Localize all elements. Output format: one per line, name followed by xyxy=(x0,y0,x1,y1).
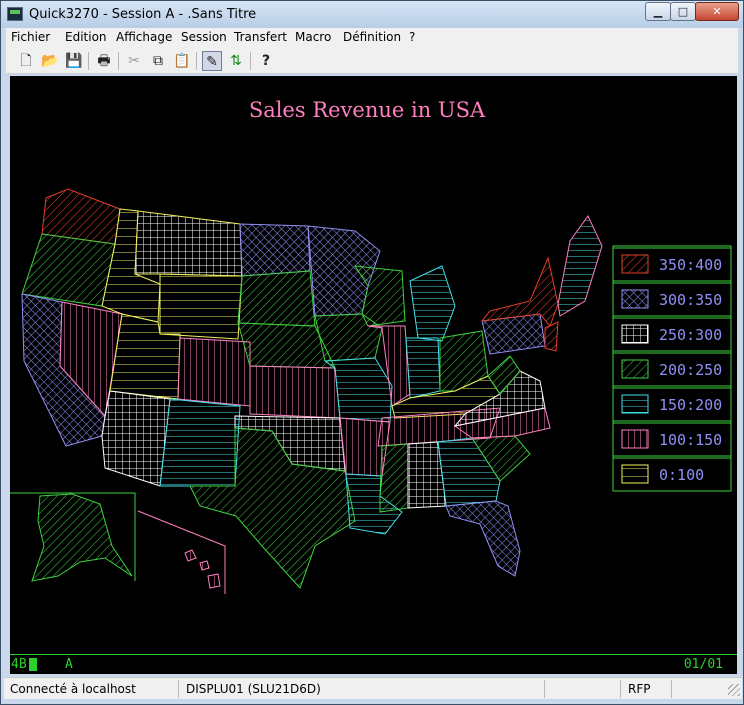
print-icon: 🖶 xyxy=(97,53,111,69)
menu-fichier[interactable]: Fichier xyxy=(11,30,50,44)
status-mode: RFP xyxy=(622,680,672,698)
menu-session[interactable]: Session xyxy=(181,30,227,44)
legend-swatch xyxy=(621,394,649,414)
oia-status: 4B xyxy=(11,657,27,672)
cut-button[interactable]: ✂ xyxy=(124,51,144,71)
state-michigan xyxy=(409,265,456,342)
window-title: Quick3270 - Session A - .Sans Titre xyxy=(29,7,257,22)
new-document-icon: 🗋 xyxy=(20,53,32,69)
new-document-button[interactable]: 🗋 xyxy=(16,51,36,71)
open-button[interactable]: 📂 xyxy=(40,51,60,71)
oia-session: A xyxy=(65,657,73,672)
legend-swatch xyxy=(621,324,649,344)
state-arizona xyxy=(101,390,171,487)
state-new-jersey xyxy=(544,321,559,352)
menu-definition[interactable]: Définition xyxy=(343,30,401,44)
close-icon: ✕ xyxy=(712,5,722,18)
menu-edition[interactable]: Edition xyxy=(65,30,107,44)
legend-label: 0:100 xyxy=(659,466,704,484)
menu-bar: Fichier Edition Affichage Session Transf… xyxy=(6,28,738,48)
oia-page: 01/01 xyxy=(683,657,723,672)
status-connection: Connecté à localhost xyxy=(4,680,179,698)
menu-help[interactable]: ? xyxy=(409,30,415,44)
copy-button[interactable]: ⧉ xyxy=(148,51,168,71)
chart-title: Sales Revenue in USA xyxy=(249,98,486,122)
legend-label: 250:300 xyxy=(659,326,722,344)
state-alaska xyxy=(31,493,133,582)
state-new-mexico xyxy=(159,398,241,487)
transfer-button[interactable]: ⇅ xyxy=(226,51,246,71)
legend-swatch xyxy=(621,464,649,484)
menu-macro[interactable]: Macro xyxy=(295,30,331,44)
terminal-app-icon xyxy=(7,7,23,21)
hawaii-inset xyxy=(137,510,226,594)
toolbar-separator xyxy=(250,52,251,70)
maximize-button[interactable]: □ xyxy=(670,2,696,21)
state-wyoming xyxy=(159,273,243,340)
minimize-icon: ▁ xyxy=(653,5,663,18)
legend-label: 100:150 xyxy=(659,431,722,449)
title-bar[interactable]: Quick3270 - Session A - .Sans Titre ▁ □ … xyxy=(1,1,743,28)
minimize-button[interactable]: ▁ xyxy=(645,2,671,21)
toolbar-separator xyxy=(196,52,197,70)
close-button[interactable]: ✕ xyxy=(695,2,739,21)
toolbar-separator xyxy=(118,52,119,70)
legend-swatch xyxy=(621,359,649,379)
usa-sales-map: Sales Revenue in USA 350:400300:350250:3… xyxy=(10,98,732,594)
legend: 350:400 300:350 250:300 200:250 150:200 100:1… xyxy=(612,245,732,492)
operator-info-area: 4B A 01/01 xyxy=(10,654,737,674)
paste-icon: 📋 xyxy=(173,53,191,69)
status-bar: Connecté à localhost DISPLU01 (SLU21D6D)… xyxy=(4,677,742,699)
help-icon: ? xyxy=(261,53,271,69)
state-oregon xyxy=(21,233,116,307)
status-device: DISPLU01 (SLU21D6D) xyxy=(180,680,545,698)
legend-label: 150:200 xyxy=(659,396,722,414)
state-colorado xyxy=(177,337,251,407)
state-hawaii xyxy=(184,549,197,562)
edit-toggle-button[interactable]: ✎ xyxy=(202,51,222,71)
copy-icon: ⧉ xyxy=(153,53,163,69)
state-kansas xyxy=(249,365,341,419)
app-window: Quick3270 - Session A - .Sans Titre ▁ □ … xyxy=(0,0,744,705)
print-button[interactable]: 🖶 xyxy=(94,51,114,71)
state-new-york xyxy=(480,256,559,327)
save-disk-icon: 💾 xyxy=(65,53,83,69)
menu-transfert[interactable]: Transfert xyxy=(234,30,287,44)
resize-grip-icon[interactable] xyxy=(728,684,740,696)
maximize-icon: □ xyxy=(677,5,689,18)
toolbar-separator xyxy=(88,52,89,70)
oia-cursor xyxy=(29,658,37,671)
legend-label: 300:350 xyxy=(659,291,722,309)
paste-button[interactable]: 📋 xyxy=(172,51,192,71)
state-south-dakota xyxy=(237,270,316,327)
state-mississippi xyxy=(379,443,409,513)
open-folder-icon: 📂 xyxy=(41,53,59,69)
state-north-dakota xyxy=(239,223,311,277)
terminal-screen[interactable]: Sales Revenue in USA 350:400 300:350 250… xyxy=(10,76,737,674)
state-montana xyxy=(134,210,243,277)
legend-swatch xyxy=(621,254,649,274)
menu-affichage[interactable]: Affichage xyxy=(116,30,172,44)
legend-swatch xyxy=(621,289,649,309)
legend-label: 200:250 xyxy=(659,361,722,379)
edit-toggle-icon: ✎ xyxy=(206,54,218,70)
state-new-england xyxy=(557,215,603,317)
toolbar: 🗋 📂 💾 🖶 ✂ ⧉ 📋 ✎ ⇅ ? xyxy=(6,48,738,74)
transfer-arrows-icon: ⇅ xyxy=(230,53,242,69)
state-indiana xyxy=(405,337,441,399)
alaska-inset xyxy=(10,492,136,582)
legend-label: 350:400 xyxy=(659,256,722,274)
states xyxy=(21,188,603,589)
cut-icon: ✂ xyxy=(128,53,140,69)
state-florida xyxy=(445,500,521,577)
save-button[interactable]: 💾 xyxy=(64,51,84,71)
help-button[interactable]: ? xyxy=(256,51,276,71)
status-empty xyxy=(546,680,621,698)
legend-swatch xyxy=(621,429,649,449)
